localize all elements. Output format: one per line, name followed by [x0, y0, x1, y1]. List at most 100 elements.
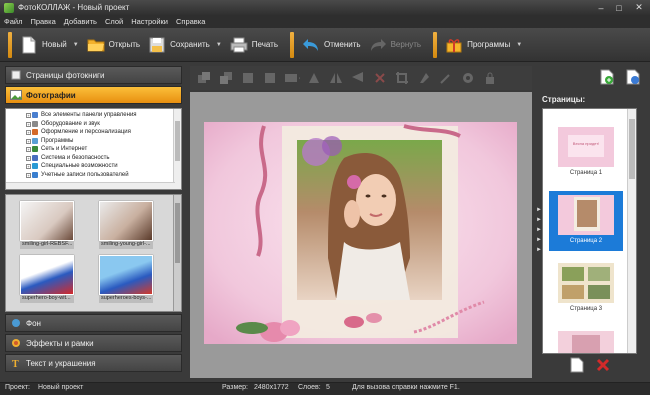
- tree-vertical-scrollbar[interactable]: [173, 109, 181, 189]
- send-backward-icon[interactable]: [218, 70, 234, 86]
- page-item-selected[interactable]: Страница 2: [549, 191, 623, 251]
- accordion-photos[interactable]: Фотографии: [5, 86, 182, 104]
- tree-item[interactable]: + Оборудование и звук: [6, 120, 175, 129]
- expand-icon[interactable]: +: [26, 156, 31, 161]
- pages-scrollbar[interactable]: [627, 109, 636, 353]
- open-button[interactable]: Открыть: [83, 32, 144, 58]
- accordion-photobook-pages[interactable]: Страницы фотокниги: [5, 66, 182, 84]
- flip-horizontal-icon[interactable]: [328, 70, 344, 86]
- tree-item[interactable]: + Сеть и Интернет: [6, 145, 175, 154]
- collage-canvas[interactable]: [204, 122, 517, 344]
- photo-thumbnail[interactable]: smiling-girl-REBSF...: [20, 201, 74, 251]
- title-bar: ФотоКОЛЛАЖ - Новый проект – □ ✕: [0, 0, 650, 15]
- tree-item[interactable]: + Все элементы панели управления: [6, 111, 175, 120]
- expand-icon[interactable]: +: [26, 147, 31, 152]
- page-item[interactable]: [549, 327, 623, 353]
- expand-icon[interactable]: +: [26, 130, 31, 135]
- save-button[interactable]: Сохранить ▼: [144, 32, 226, 58]
- expand-icon[interactable]: +: [26, 122, 31, 127]
- send-to-back-icon[interactable]: [262, 70, 278, 86]
- folder-tree[interactable]: + Все элементы панели управления + Оборудо…: [5, 108, 182, 190]
- tree-horizontal-scrollbar[interactable]: [6, 182, 175, 189]
- align-icon[interactable]: ▼: [284, 70, 300, 86]
- photo-image: [20, 255, 74, 295]
- duplicate-page-button[interactable]: [568, 356, 586, 374]
- accordion-label: Фон: [26, 318, 41, 328]
- status-bar: Проект: Новый проект Размер: 2480x1772 С…: [0, 382, 650, 395]
- accordion-text[interactable]: T Текст и украшения: [5, 354, 182, 372]
- page-item[interactable]: Страница 3: [549, 259, 623, 319]
- layers-label: Слоев:: [298, 384, 321, 391]
- pages-title: Страницы:: [542, 95, 586, 104]
- chevron-right-icon[interactable]: ►: [536, 215, 542, 225]
- new-button[interactable]: Новый ▼: [16, 32, 83, 58]
- fill-icon[interactable]: [416, 70, 432, 86]
- magic-wand-icon[interactable]: [438, 70, 454, 86]
- delete-icon[interactable]: [372, 70, 388, 86]
- accordion-background[interactable]: Фон: [5, 314, 182, 332]
- tree-item-label: Система и безопасность: [41, 154, 110, 161]
- thumbnails-scrollbar[interactable]: [173, 195, 181, 311]
- tree-item[interactable]: + Специальные возможности: [6, 162, 175, 171]
- tree-item[interactable]: + Оформление и персонализация: [6, 128, 175, 137]
- palette-icon: [10, 317, 22, 329]
- page-label: Страница 3: [569, 306, 603, 312]
- bring-to-front-icon[interactable]: [240, 70, 256, 86]
- rotate-left-icon[interactable]: [306, 70, 322, 86]
- undo-button[interactable]: Отменить: [298, 32, 365, 58]
- chevron-right-icon[interactable]: ►: [536, 205, 542, 215]
- menu-settings[interactable]: Настройки: [131, 17, 168, 26]
- expand-icon[interactable]: +: [26, 173, 31, 178]
- add-page-icon[interactable]: [598, 68, 616, 86]
- photo-filename: smiling-young-girl-...: [99, 241, 153, 249]
- tree-item[interactable]: + Учетные записи пользователей: [6, 171, 175, 180]
- lock-icon[interactable]: [482, 70, 498, 86]
- chevron-down-icon[interactable]: ▼: [216, 42, 222, 48]
- photo-thumbnail[interactable]: smiling-young-girl-...: [99, 201, 153, 251]
- chevron-right-icon[interactable]: ►: [536, 225, 542, 235]
- expand-icon[interactable]: +: [26, 139, 31, 144]
- hardware-icon: [32, 120, 38, 127]
- page-item[interactable]: Весна придет! Страница 1: [549, 123, 623, 183]
- close-button[interactable]: ✕: [628, 0, 650, 15]
- expand-icon[interactable]: +: [26, 164, 31, 169]
- bring-forward-icon[interactable]: [196, 70, 212, 86]
- accordion-effects[interactable]: Эффекты и рамки: [5, 334, 182, 352]
- crop-icon[interactable]: [394, 70, 410, 86]
- svg-text:T: T: [12, 359, 19, 368]
- chevron-right-icon[interactable]: ►: [536, 245, 542, 255]
- chevron-down-icon[interactable]: ▼: [516, 42, 522, 48]
- svg-text:▼: ▼: [298, 77, 300, 83]
- print-button[interactable]: Печать: [226, 32, 282, 58]
- scroll-thumb[interactable]: [629, 119, 635, 179]
- project-label: Проект:: [5, 384, 31, 391]
- settings-gear-icon[interactable]: [460, 70, 476, 86]
- flip-vertical-icon[interactable]: [350, 70, 366, 86]
- undo-label: Отменить: [324, 40, 361, 49]
- tree-item[interactable]: + Система и безопасность: [6, 154, 175, 163]
- chevron-right-icon[interactable]: ►: [536, 235, 542, 245]
- scroll-thumb[interactable]: [175, 203, 180, 263]
- scroll-thumb[interactable]: [175, 121, 180, 161]
- photo-filename: superhero-boy-wit...: [20, 295, 74, 303]
- photo-thumbnail[interactable]: superheroes-boys-...: [99, 255, 153, 305]
- accordion-label: Текст и украшения: [26, 358, 96, 368]
- photo-thumbnail[interactable]: superhero-boy-wit...: [20, 255, 74, 305]
- minimize-button[interactable]: –: [592, 0, 610, 15]
- menu-help[interactable]: Справка: [176, 17, 205, 26]
- menu-edit[interactable]: Правка: [30, 17, 55, 26]
- menu-add[interactable]: Добавить: [64, 17, 97, 26]
- redo-button[interactable]: Вернуть: [365, 32, 425, 58]
- page-settings-icon[interactable]: [624, 68, 642, 86]
- accessibility-icon: [32, 163, 38, 170]
- menu-layer[interactable]: Слой: [105, 17, 123, 26]
- programs-button[interactable]: Программы ▼: [441, 32, 526, 58]
- expand-icon[interactable]: +: [26, 112, 31, 118]
- chevron-down-icon[interactable]: ▼: [73, 42, 79, 48]
- menu-file[interactable]: Файл: [4, 17, 22, 26]
- floppy-icon: [148, 36, 166, 54]
- delete-page-button[interactable]: [594, 356, 612, 374]
- maximize-button[interactable]: □: [610, 0, 628, 15]
- tree-item[interactable]: + Программы: [6, 137, 175, 146]
- workspace: [190, 92, 532, 378]
